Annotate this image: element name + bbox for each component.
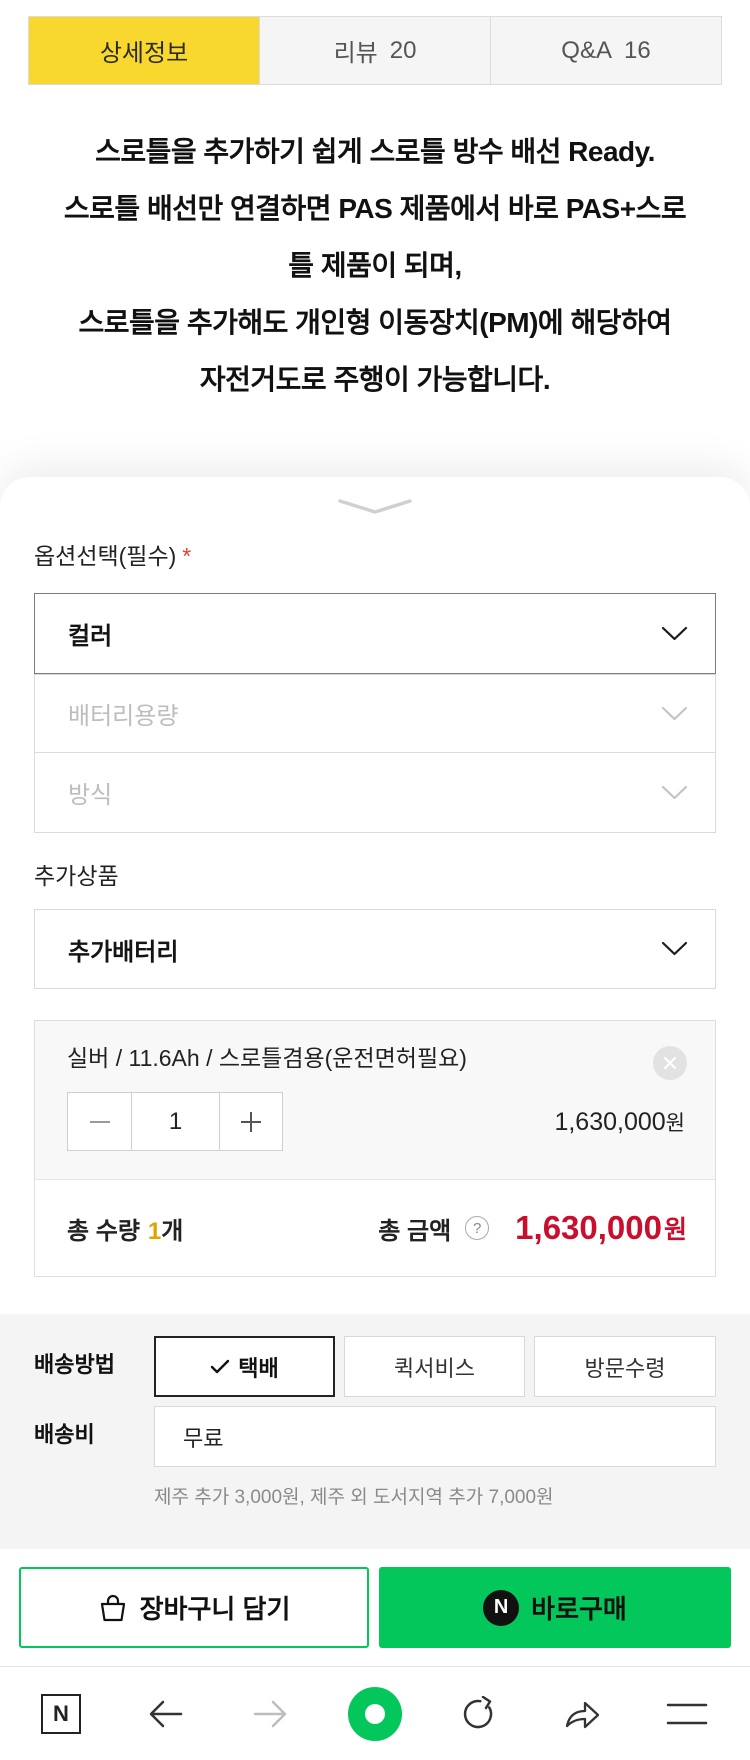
total-amount: 총 금액 ? 1,630,000 원: [378, 1209, 687, 1247]
selected-option-name: 실버 / 11.6Ah / 스로틀겸용(운전면허필요): [67, 1045, 467, 1071]
item-price-value: 1,630,000: [554, 1108, 666, 1136]
delivery-method-parcel-label: 택배: [238, 1355, 279, 1381]
green-dot-button[interactable]: [347, 1686, 403, 1742]
remove-item-button[interactable]: [653, 1046, 687, 1080]
description-line: 스로틀을 추가해도 개인형 이동장치(PM)에 해당하여: [78, 307, 672, 338]
total-quantity-value: 1: [147, 1217, 162, 1245]
total-amount-currency: 원: [663, 1216, 687, 1244]
green-dot-icon: [348, 1687, 402, 1741]
description-line: 자전거도로 주행이 가능합니다.: [199, 364, 551, 395]
delivery-method-pickup[interactable]: 방문수령: [534, 1336, 716, 1397]
description-line: 스로틀을 추가하기 쉽게 스로틀 방수 배선 Ready.: [95, 136, 655, 167]
addon-select-label: 추가배터리: [68, 938, 179, 966]
share-icon: [565, 1701, 600, 1729]
method-select-label: 방식: [68, 782, 113, 809]
total-quantity-label: 총 수량: [67, 1217, 140, 1245]
minus-icon: [89, 1120, 110, 1123]
back-button[interactable]: [146, 1697, 186, 1731]
decrease-quantity-button[interactable]: [68, 1093, 131, 1150]
back-arrow-icon: [149, 1700, 183, 1728]
color-select[interactable]: 컬러: [34, 593, 716, 674]
description-line: 틀 제품이 되며,: [288, 250, 462, 281]
tab-details-label: 상세정보: [99, 40, 189, 67]
battery-capacity-select-label: 배터리용량: [68, 703, 179, 730]
selected-option-item: 실버 / 11.6Ah / 스로틀겸용(운전면허필요) 1 1,630,000원: [35, 1021, 715, 1180]
delivery-fee-text: 무료: [183, 1425, 224, 1451]
help-icon[interactable]: ?: [465, 1216, 490, 1240]
delivery-fee-value: 무료: [154, 1406, 716, 1467]
buy-now-label: 바로구매: [531, 1594, 627, 1624]
chevron-down-icon: [661, 941, 688, 956]
shopping-bag-icon: [100, 1594, 125, 1621]
naver-pay-logo: N: [483, 1589, 520, 1626]
check-icon: [211, 1359, 230, 1373]
naver-home-icon[interactable]: N: [41, 1694, 81, 1734]
addon-select[interactable]: 추가배터리: [34, 909, 716, 989]
quantity-value[interactable]: 1: [131, 1093, 220, 1150]
item-price: 1,630,000원: [554, 1104, 685, 1142]
chevron-down-icon: [661, 706, 688, 720]
total-row: 총 수량 1개 총 금액 ? 1,630,000 원: [35, 1180, 715, 1276]
refresh-button[interactable]: [458, 1694, 498, 1734]
tab-qna[interactable]: Q&A 16: [490, 17, 721, 84]
share-button[interactable]: [563, 1696, 603, 1732]
battery-capacity-select[interactable]: 배터리용량: [34, 674, 716, 753]
delivery-method-quick[interactable]: 퀵서비스: [344, 1336, 525, 1397]
selected-item-box: 실버 / 11.6Ah / 스로틀겸용(운전면허필요) 1 1,630,000원…: [34, 1020, 716, 1277]
required-mark: *: [182, 543, 192, 569]
browser-nav-bar: N: [0, 1666, 750, 1760]
quantity-stepper: 1: [67, 1092, 283, 1151]
total-quantity: 총 수량 1개: [67, 1211, 183, 1246]
delivery-method-pickup-label: 방문수령: [584, 1355, 666, 1381]
sheet-collapse-chevron-icon[interactable]: [338, 499, 412, 515]
delivery-method-label: 배송방법: [34, 1352, 115, 1377]
add-to-cart-button[interactable]: 장바구니 담기: [19, 1567, 369, 1648]
total-amount-value: 1,630,000: [515, 1209, 662, 1246]
menu-icon: [666, 1703, 708, 1725]
product-tabs: 상세정보 리뷰 20 Q&A 16: [28, 16, 722, 85]
purchase-sheet: 옵션선택(필수) * 컬러 배터리용량 방식 추가상품 추가배터리 실버 / 11…: [0, 477, 750, 1666]
tab-details[interactable]: 상세정보: [29, 17, 259, 84]
add-to-cart-label: 장바구니 담기: [139, 1594, 291, 1624]
delivery-fee-label: 배송비: [34, 1422, 95, 1447]
description-line: 스로틀 배선만 연결하면 PAS 제품에서 바로 PAS+스로: [63, 193, 687, 224]
addon-title: 추가상품: [34, 863, 119, 889]
method-select[interactable]: 방식: [34, 752, 716, 833]
color-select-label: 컬러: [68, 623, 113, 650]
forward-button[interactable]: [250, 1697, 290, 1731]
delivery-section: 배송방법 택배 퀵서비스 방문수령 배송비 무료 제주 추가 3,000원, 제…: [0, 1314, 750, 1549]
chevron-down-icon: [661, 626, 688, 640]
buy-now-button[interactable]: N 바로구매: [379, 1567, 731, 1648]
delivery-method-quick-label: 퀵서비스: [394, 1355, 475, 1381]
options-title: 옵션선택(필수) *: [34, 539, 191, 573]
tab-qna-count: 16: [623, 36, 651, 64]
menu-button[interactable]: [666, 1702, 708, 1726]
refresh-icon: [463, 1696, 493, 1729]
tab-reviews[interactable]: 리뷰 20: [259, 17, 490, 84]
forward-arrow-icon: [253, 1700, 287, 1728]
tab-qna-label: Q&A: [561, 36, 612, 64]
options-title-label: 옵션선택(필수): [34, 543, 177, 569]
delivery-method-parcel[interactable]: 택배: [154, 1336, 335, 1397]
close-icon: [663, 1056, 677, 1070]
product-description: 스로틀을 추가하기 쉽게 스로틀 방수 배선 Ready. 스로틀 배선만 연결…: [0, 123, 750, 408]
tab-reviews-label: 리뷰: [333, 40, 378, 67]
delivery-fee-note: 제주 추가 3,000원, 제주 외 도서지역 추가 7,000원: [154, 1487, 554, 1508]
increase-quantity-button[interactable]: [220, 1093, 282, 1150]
chevron-down-icon: [661, 785, 688, 799]
plus-icon: [241, 1111, 261, 1132]
total-amount-label: 총 금액: [378, 1217, 452, 1245]
total-quantity-unit: 개: [161, 1217, 184, 1245]
item-price-currency: 원: [665, 1112, 685, 1135]
tab-reviews-count: 20: [389, 36, 417, 64]
